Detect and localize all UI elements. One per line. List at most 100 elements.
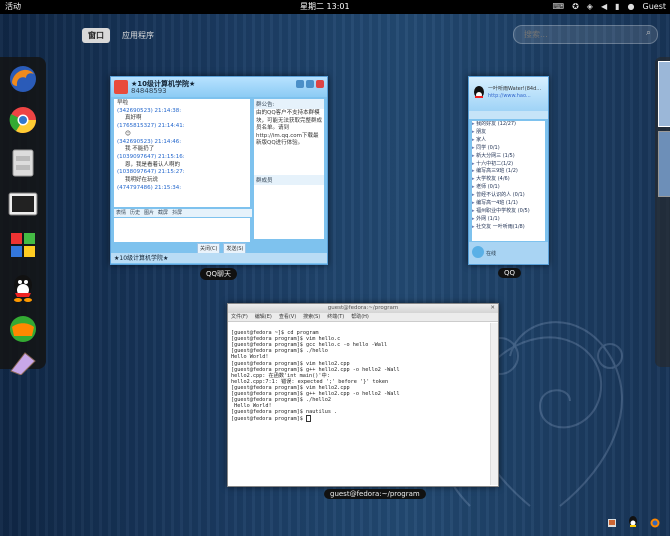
menu-terminal[interactable]: 终端(T) xyxy=(327,313,344,321)
group-avatar-icon xyxy=(114,80,128,94)
menu-help[interactable]: 帮助(H) xyxy=(351,313,369,321)
wine-icon[interactable] xyxy=(7,347,39,379)
message-text: 我 不能扔了 xyxy=(125,146,155,153)
volume-icon[interactable]: ◀ xyxy=(601,0,607,14)
group-item[interactable]: 外网 (1/1) xyxy=(472,216,545,224)
close-icon[interactable]: ✕ xyxy=(490,304,495,313)
terminal-window[interactable]: guest@fedora:~/program ✕ 文件(F) 编辑(E) 查看(… xyxy=(227,303,499,487)
group-item[interactable]: 老师 (0/1) xyxy=(472,184,545,192)
menu-view[interactable]: 查看(V) xyxy=(279,313,296,321)
screenshot-button[interactable]: 截屏 xyxy=(158,209,168,217)
group-item[interactable]: 同学 (0/1) xyxy=(472,145,545,153)
contact-tabs[interactable] xyxy=(469,111,548,119)
window-caption: guest@fedora:~/program xyxy=(324,489,426,499)
chat-toolbar: 表情 历史 图片 截屏 抖屏 xyxy=(114,209,252,217)
windows-icon[interactable] xyxy=(7,229,39,261)
chat-header: ★10级计算机学院★ 84848593 xyxy=(111,77,327,97)
cursor xyxy=(305,415,311,423)
maximize-icon[interactable] xyxy=(306,80,314,88)
message-text: 真好啊 xyxy=(125,115,142,122)
message-tray xyxy=(608,513,660,532)
group-item[interactable]: 新大分网三 (1/5) xyxy=(472,153,545,161)
terminal-titlebar: guest@fedora:~/program ✕ xyxy=(228,304,498,313)
workspace-2[interactable] xyxy=(658,131,670,197)
nickname[interactable]: 一叶听雨Water!(84d... xyxy=(488,85,546,92)
history-button[interactable]: 历史 xyxy=(130,209,140,217)
shake-button[interactable]: 抖屏 xyxy=(172,209,182,217)
terminal-output[interactable]: [guest@fedora ~]$ cd program [guest@fedor… xyxy=(229,323,490,485)
contact-footer: 在线 xyxy=(469,242,548,264)
notification-qq-icon[interactable] xyxy=(628,513,638,532)
mail-icon[interactable] xyxy=(7,313,39,345)
notice-title: 群公告: xyxy=(254,99,324,109)
menu-edit[interactable]: 编辑(E) xyxy=(255,313,272,321)
contact-groups[interactable]: 我的好友 (12/27) 朋友 家人 同学 (0/1) 新大分网三 (1/5) … xyxy=(472,121,545,241)
accessibility-icon[interactable]: ✪ xyxy=(572,0,579,14)
profile-header: 一叶听雨Water!(84d... http://www.hao... xyxy=(469,77,548,111)
top-bar: 活动 星期二 13:01 ⌨ ✪ ◈ ◀ ▮ ● Guest xyxy=(0,0,670,14)
tab-windows[interactable]: 窗口 xyxy=(82,28,110,43)
workspace-1[interactable] xyxy=(658,61,670,127)
notification-firefox-icon[interactable] xyxy=(650,513,660,532)
terminal-prompt-line: [guest@fedora program]$ xyxy=(231,415,488,423)
group-item[interactable]: 家人 xyxy=(472,137,545,145)
clock[interactable]: 星期二 13:01 xyxy=(300,0,350,14)
signature[interactable]: http://www.hao... xyxy=(488,93,546,99)
online-status[interactable]: 在线 xyxy=(486,250,496,257)
menu-search[interactable]: 搜索(S) xyxy=(303,313,320,321)
message-time: (1765815327) 21:14:41: xyxy=(117,123,185,130)
terminal-icon[interactable] xyxy=(7,188,39,220)
message-time: (1038097647) 21:15:27: xyxy=(117,169,185,176)
qq-icon[interactable] xyxy=(7,272,39,304)
group-number: 84848593 xyxy=(131,87,167,95)
view-switcher: 窗口 应用程序 xyxy=(82,28,160,43)
menu-file[interactable]: 文件(F) xyxy=(231,313,248,321)
group-item[interactable]: 福州职业中学校友 (0/5) xyxy=(472,208,545,216)
search-icon: ⌕ xyxy=(645,28,651,38)
battery-icon[interactable]: ▮ xyxy=(615,0,619,14)
chat-tab[interactable]: ★10级计算机学院★ xyxy=(111,253,327,263)
qq-penguin-icon xyxy=(474,86,484,98)
message-text: 恩，我是看着认人啊的 xyxy=(125,161,181,168)
message-input[interactable] xyxy=(114,218,250,242)
message-text: 早啦 xyxy=(117,100,129,106)
terminal-scrollbar[interactable] xyxy=(490,323,498,485)
activities-button[interactable]: 活动 xyxy=(5,0,21,14)
message-time: (1039097647) 21:15:16: xyxy=(117,153,185,160)
workspace-switcher xyxy=(655,57,670,367)
image-button[interactable]: 图片 xyxy=(144,209,154,217)
terminal-menubar: 文件(F) 编辑(E) 查看(V) 搜索(S) 终端(T) 帮助(H) xyxy=(228,313,498,322)
firefox-icon[interactable] xyxy=(7,63,39,95)
qq-chat-window[interactable]: ★10级计算机学院★ 84848593 早啦 (342690523) 21:14… xyxy=(110,76,328,265)
terminal-title: guest@fedora:~/program xyxy=(327,305,399,311)
window-caption: QQ xyxy=(498,268,522,278)
minimize-icon[interactable] xyxy=(296,80,304,88)
user-icon: ● xyxy=(627,2,635,11)
message-list[interactable]: 早啦 (342690523) 21:14:38: 真好啊 (1765815327… xyxy=(114,99,250,207)
emoji-button[interactable]: 表情 xyxy=(116,209,126,217)
message-time: (474797486) 21:15:34: xyxy=(117,184,182,191)
dash xyxy=(0,57,46,375)
group-item[interactable]: 编写高一4班 (1/1) xyxy=(472,200,545,208)
group-item[interactable]: 我的好友 (12/27) xyxy=(472,121,545,129)
user-menu[interactable]: Guest xyxy=(643,0,667,14)
search-box: ⌕ xyxy=(513,25,658,44)
keyboard-icon[interactable]: ⌨ xyxy=(553,0,565,14)
notification-terminal-icon[interactable] xyxy=(608,513,616,532)
terminal-prompt: [guest@fedora program]$ xyxy=(231,416,306,423)
members-title: 群成员 xyxy=(254,175,324,185)
qq-contacts-window[interactable]: 一叶听雨Water!(84d... http://www.hao... 我的好友… xyxy=(468,76,549,265)
search-input[interactable] xyxy=(522,29,636,40)
tab-applications[interactable]: 应用程序 xyxy=(116,28,160,43)
files-icon[interactable] xyxy=(7,147,39,179)
group-item[interactable]: 朋友 xyxy=(472,129,545,137)
qq-menu-icon[interactable] xyxy=(472,246,484,258)
close-icon[interactable] xyxy=(316,80,324,88)
group-item[interactable]: 社交友 一叶听雨(1/8) xyxy=(472,224,545,232)
window-controls xyxy=(296,80,324,88)
group-item[interactable]: 曾经不认识的人 (0/1) xyxy=(472,192,545,200)
message-emoji: 😊 xyxy=(125,130,131,137)
network-icon[interactable]: ◈ xyxy=(587,0,593,14)
window-caption: QQ聊天 xyxy=(200,268,238,280)
chrome-icon[interactable] xyxy=(7,104,39,136)
